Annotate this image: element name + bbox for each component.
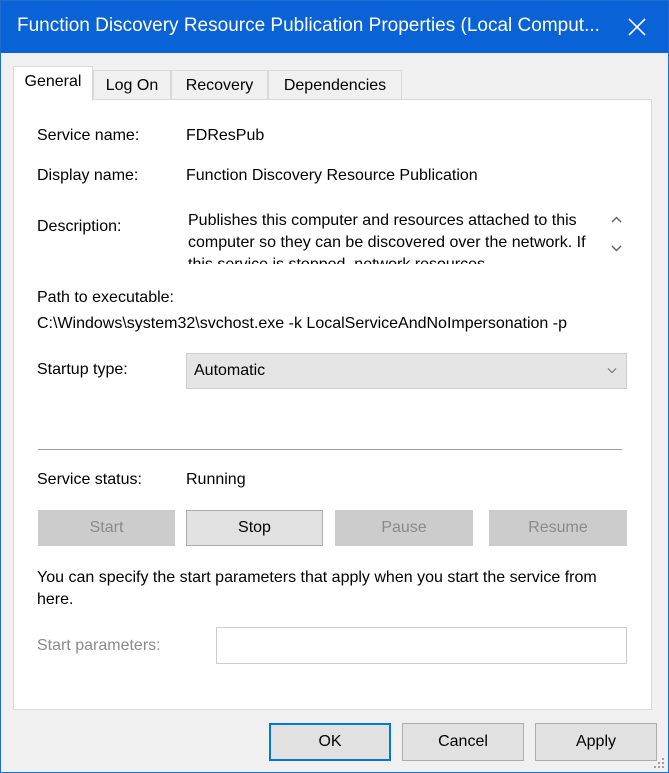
apply-button-label: Apply — [575, 733, 617, 750]
cancel-button-label: Cancel — [438, 733, 488, 750]
ok-button[interactable]: OK — [269, 723, 391, 761]
tab-label: Dependencies — [283, 77, 387, 94]
tab-general[interactable]: General — [13, 66, 93, 101]
service-name-label: Service name: — [37, 127, 140, 144]
tab-label: Recovery — [185, 77, 254, 94]
start-button-label: Start — [89, 519, 124, 536]
close-icon — [628, 18, 646, 36]
divider — [38, 449, 622, 451]
startup-type-label: Startup type: — [37, 361, 128, 378]
tab-recovery[interactable]: Recovery — [171, 70, 268, 100]
start-params-info: You can specify the start parameters tha… — [37, 569, 597, 608]
general-tab-panel: Service name: FDResPub Display name: Fun… — [13, 99, 652, 710]
path-label: Path to executable: — [37, 289, 174, 306]
close-button[interactable] — [606, 1, 668, 53]
start-params-input[interactable] — [216, 627, 627, 664]
resume-button-label: Resume — [528, 519, 588, 536]
resize-grip-icon[interactable] — [653, 757, 665, 769]
tab-label: General — [24, 73, 82, 90]
ok-button-label: OK — [318, 733, 342, 750]
start-params-label: Start parameters: — [37, 637, 161, 654]
scroll-down-icon[interactable] — [611, 244, 622, 252]
tab-log-on[interactable]: Log On — [93, 70, 171, 100]
path-value: C:\Windows\system32\svchost.exe -k Local… — [37, 315, 567, 332]
window-title: Function Discovery Resource Publication … — [17, 15, 600, 36]
description-label: Description: — [37, 218, 122, 235]
display-name-label: Display name: — [37, 167, 139, 184]
description-textbox[interactable]: Publishes this computer and resources at… — [186, 206, 626, 264]
start-button[interactable]: Start — [38, 510, 175, 546]
display-name-value: Function Discovery Resource Publication — [186, 167, 478, 184]
startup-type-value: Automatic — [194, 362, 266, 379]
scroll-up-icon[interactable] — [611, 216, 622, 224]
service-status-label: Service status: — [37, 471, 142, 488]
apply-button[interactable]: Apply — [535, 723, 657, 761]
chevron-down-icon — [607, 368, 617, 374]
service-name-value: FDResPub — [186, 127, 265, 144]
title-bar[interactable]: Function Discovery Resource Publication … — [1, 1, 668, 53]
resume-button[interactable]: Resume — [489, 510, 627, 546]
service-status-value: Running — [186, 471, 246, 488]
description-text: Publishes this computer and resources at… — [188, 212, 586, 264]
tab-label: Log On — [105, 77, 159, 94]
startup-type-dropdown[interactable]: Automatic — [186, 353, 627, 389]
pause-button[interactable]: Pause — [335, 510, 473, 546]
cancel-button[interactable]: Cancel — [402, 723, 524, 761]
stop-button-label: Stop — [238, 519, 271, 536]
pause-button-label: Pause — [381, 519, 427, 536]
tab-dependencies[interactable]: Dependencies — [268, 70, 402, 100]
stop-button[interactable]: Stop — [186, 510, 323, 546]
properties-dialog: Function Discovery Resource Publication … — [0, 0, 669, 773]
